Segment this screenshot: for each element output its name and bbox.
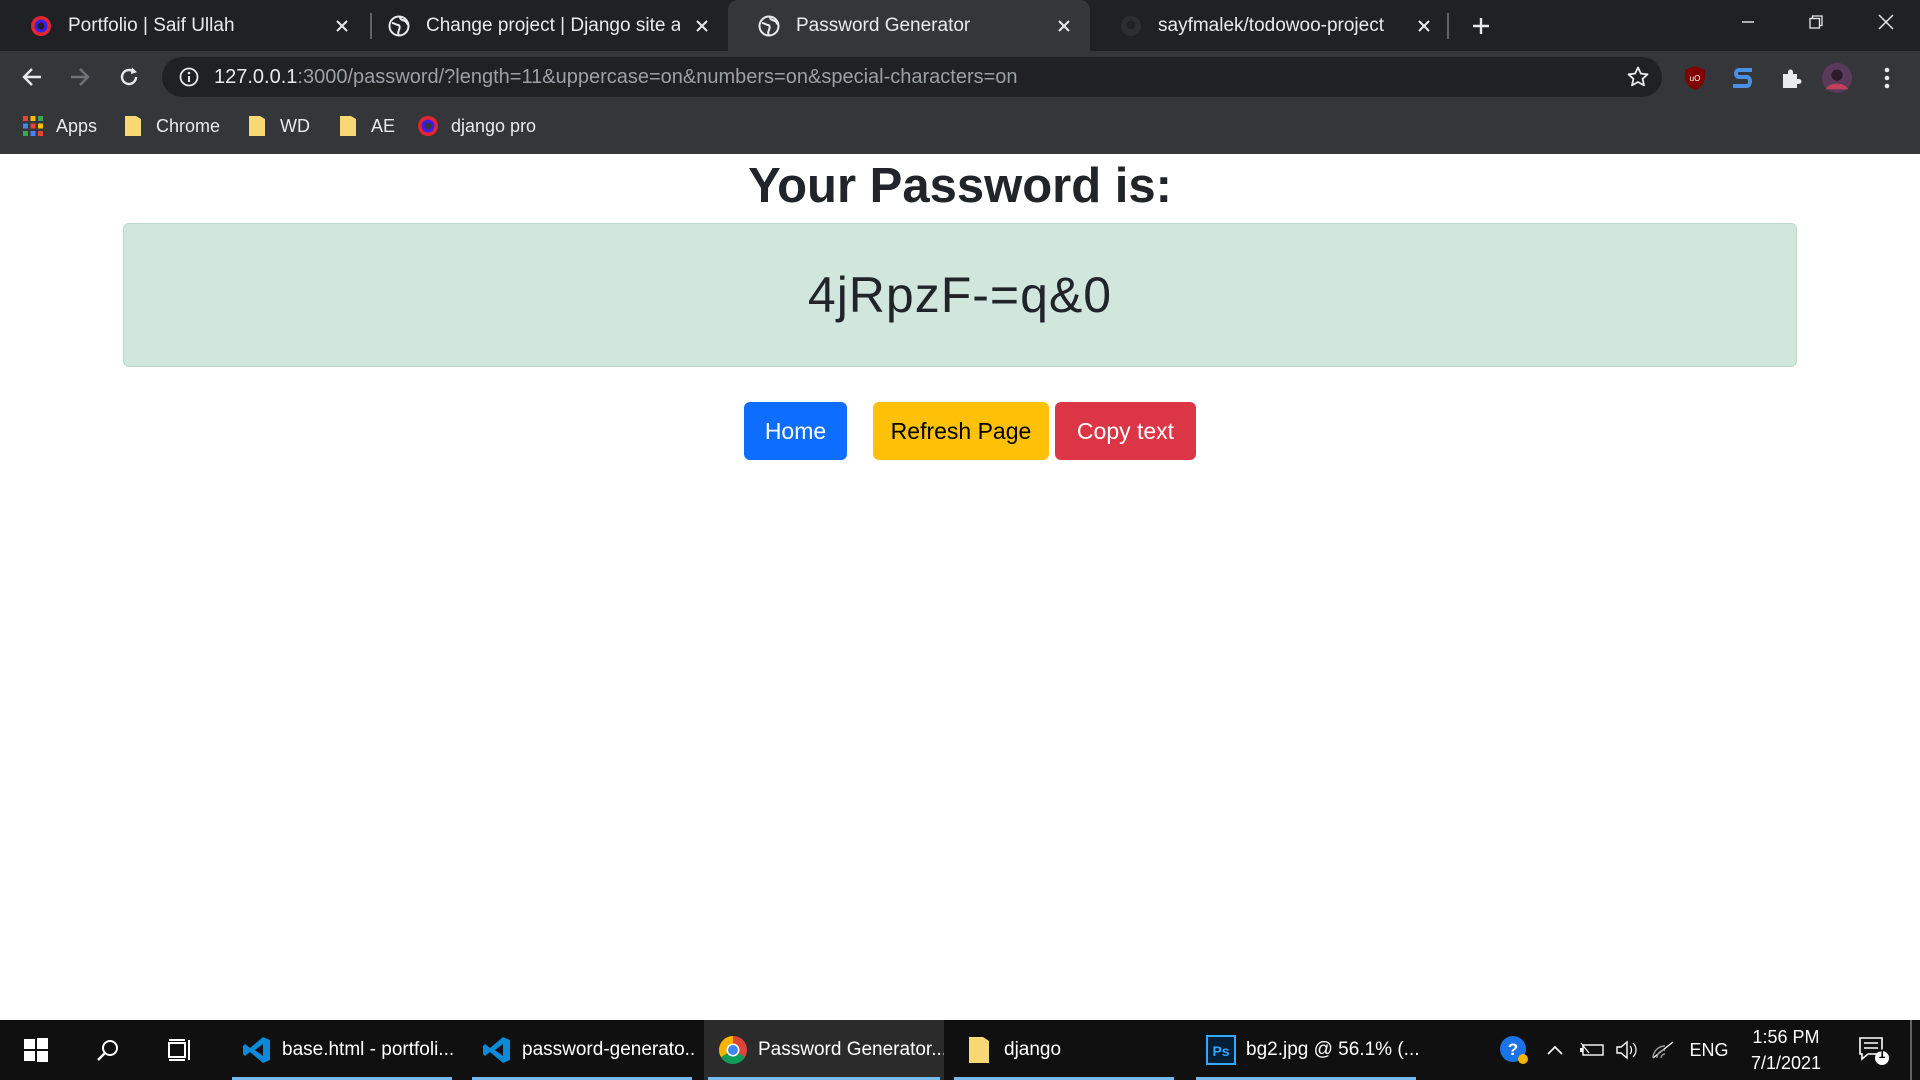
url-path: :3000/password/?length=11&uppercase=on&n… [297,65,1018,88]
battery-icon[interactable] [1576,1020,1608,1080]
vscode-icon [242,1035,272,1065]
bookmark-chrome[interactable]: Chrome [122,103,220,149]
url-host: 127.0.0.1 [214,65,298,88]
taskbar-app-label: base.html - portfoli... [282,1039,455,1060]
avatar[interactable] [1822,63,1852,93]
tab-title: Password Generator [796,14,971,36]
taskbar-app-label: Password Generator... [758,1039,944,1060]
tab-title: sayfmalek/todowoo-project [1158,14,1384,36]
ublock-icon[interactable]: uO [1680,63,1710,93]
close-icon[interactable] [1052,14,1076,38]
close-icon[interactable] [690,14,714,38]
bookmark-label: django pro [451,115,537,136]
url-text: 127.0.0.1:3000/password/?length=11&upper… [214,66,1018,89]
tab-portfolio[interactable]: Portfolio | Saif Ullah [0,0,368,51]
tab-title: Change project | Django site adm [426,14,680,36]
close-icon[interactable] [1412,14,1436,38]
svg-text:?: ? [1508,1040,1518,1059]
bookmarks-bar: Apps Chrome WD AE django pro [0,103,1920,154]
tab-github-repo[interactable]: sayfmalek/todowoo-project [1090,0,1450,51]
windows-taskbar: base.html - portfoli... password-generat… [0,1020,1920,1080]
bookmark-label: WD [280,115,310,136]
page-content: Your Password is: 4jRpzF-=q&0 Home Refre… [0,154,1920,1020]
show-desktop-divider[interactable] [1910,1020,1912,1080]
globe-icon [758,15,780,37]
close-window-button[interactable] [1852,0,1920,44]
portfolio-favicon [30,15,52,37]
menu-kebab-icon[interactable] [1872,63,1902,93]
restore-button[interactable] [1782,0,1850,44]
taskbar-app-vscode-base[interactable]: base.html - portfoli... [228,1020,456,1080]
minimize-button[interactable] [1714,0,1782,44]
tab-title: Portfolio | Saif Ullah [68,14,235,36]
close-icon[interactable] [330,14,354,38]
taskbar-app-photoshop[interactable]: Ps bg2.jpg @ 56.1% (... [1192,1020,1420,1080]
forward-button[interactable] [64,61,96,93]
task-view-icon[interactable] [144,1020,216,1080]
taskbar-app-django-folder[interactable]: django [950,1020,1178,1080]
page-title: Your Password is: [748,159,1172,213]
folder-icon [246,115,268,137]
windows-start-icon[interactable] [0,1020,72,1080]
bookmark-django-pro[interactable]: django pro [417,103,536,149]
home-button[interactable]: Home [744,402,847,460]
volume-icon[interactable] [1612,1020,1642,1080]
star-icon[interactable] [1626,65,1650,89]
folder-icon [964,1035,994,1065]
github-icon [1120,15,1142,37]
bookmark-apps[interactable]: Apps [22,103,97,149]
taskbar-app-label: bg2.jpg @ 56.1% (... [1246,1039,1420,1060]
generated-password: 4jRpzF-=q&0 [807,267,1113,323]
language-indicator[interactable]: ENG [1684,1020,1734,1080]
taskbar-app-label: django [1004,1039,1062,1060]
vscode-icon [482,1035,512,1065]
chrome-icon [718,1035,748,1065]
folder-icon [122,115,144,137]
tab-separator [1447,13,1449,39]
portfolio-favicon [417,115,439,137]
bookmark-label: Chrome [156,115,221,136]
password-alert: 4jRpzF-=q&0 [123,223,1797,367]
search-icon[interactable] [72,1020,144,1080]
extension-s-icon[interactable] [1728,63,1758,93]
browser-toolbar: 127.0.0.1:3000/password/?length=11&upper… [0,51,1920,103]
copy-text-button[interactable]: Copy text [1055,402,1196,460]
bookmark-wd[interactable]: WD [246,103,310,149]
taskbar-app-chrome[interactable]: Password Generator... [704,1020,944,1080]
svg-text:uO: uO [1690,74,1701,83]
extensions-puzzle-icon[interactable] [1776,63,1806,93]
new-tab-button[interactable] [1466,11,1496,41]
globe-icon [388,15,410,37]
chevron-up-icon[interactable] [1540,1020,1570,1080]
system-clock[interactable]: 1:56 PM 7/1/2021 [1730,1024,1842,1076]
bookmark-label: Apps [56,115,98,136]
apps-grid-icon [22,115,44,137]
refresh-page-button[interactable]: Refresh Page [873,402,1049,460]
svg-text:Ps: Ps [1212,1043,1229,1059]
tab-password-generator[interactable]: Password Generator [728,0,1090,51]
wifi-icon[interactable] [1648,1020,1678,1080]
clock-date: 7/1/2021 [1750,1053,1822,1073]
bookmark-label: AE [371,115,396,136]
notification-count: 1 [1878,1047,1886,1061]
photoshop-icon: Ps [1206,1035,1236,1065]
taskbar-app-label: password-generato... [522,1039,696,1060]
notification-center-icon[interactable]: 1 [1848,1020,1898,1080]
tab-django-admin[interactable]: Change project | Django site adm [358,0,728,51]
info-icon[interactable] [178,66,200,88]
folder-icon [337,115,359,137]
tab-strip: Portfolio | Saif Ullah Change project | … [0,0,1920,51]
taskbar-app-vscode-password[interactable]: password-generato... [468,1020,696,1080]
reload-button[interactable] [113,61,145,93]
back-button[interactable] [16,61,48,93]
address-bar[interactable]: 127.0.0.1:3000/password/?length=11&upper… [162,57,1662,97]
bookmark-ae[interactable]: AE [337,103,395,149]
help-icon[interactable]: ? [1494,1020,1534,1080]
clock-time: 1:56 PM [1752,1027,1820,1047]
